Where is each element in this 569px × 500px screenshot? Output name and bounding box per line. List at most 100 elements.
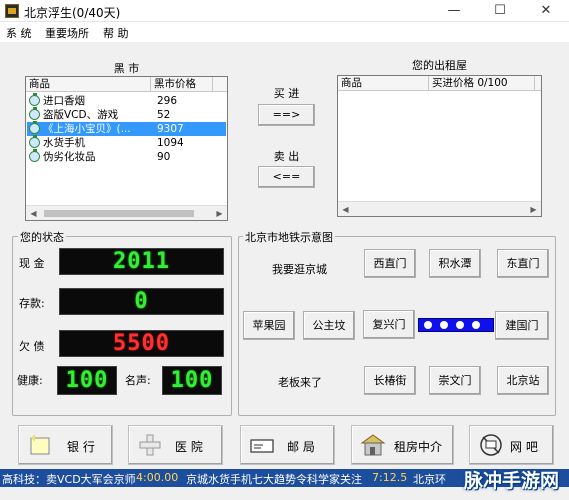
ticker-headline: 京城水货手机七大趋势令科学家关注 bbox=[186, 473, 362, 486]
title-bar: 北京浮生(0/40天) — ☐ ✕ bbox=[0, 0, 569, 22]
buy-label: 买 进 bbox=[273, 87, 300, 100]
station-fuxingmen[interactable]: 复兴门 bbox=[363, 310, 415, 339]
goods-icon bbox=[29, 107, 40, 120]
buy-button[interactable]: ==> bbox=[258, 104, 315, 126]
list-item[interactable]: 盗版VCD、游戏 52 bbox=[27, 107, 226, 122]
app-logo-icon bbox=[5, 4, 19, 18]
rental-list[interactable]: 商品 买进价格 0/100 ◀ ▶ bbox=[337, 75, 542, 217]
debt-label: 欠 债 bbox=[19, 340, 45, 353]
rental-agency-button[interactable]: 租房中介 bbox=[351, 425, 454, 465]
station-gongzhufen[interactable]: 公主坟 bbox=[303, 311, 355, 340]
ticker-time: 7:12.5 bbox=[372, 471, 408, 484]
post-office-label: 邮 局 bbox=[287, 440, 315, 454]
hospital-button[interactable]: 医 院 bbox=[128, 425, 223, 465]
maximize-button[interactable]: ☐ bbox=[477, 0, 523, 22]
hospital-label: 医 院 bbox=[175, 440, 203, 454]
post-office-icon bbox=[250, 439, 274, 453]
menu-help[interactable]: 帮 助 bbox=[103, 25, 129, 41]
goods-name: 进口香烟 bbox=[43, 95, 85, 107]
scroll-right-icon[interactable]: ▶ bbox=[526, 202, 541, 216]
black-market-header: 商品 黑市价格 bbox=[26, 77, 227, 92]
goods-name: 盗版VCD、游戏 bbox=[43, 109, 119, 121]
scroll-right-icon[interactable]: ▶ bbox=[212, 206, 227, 220]
goods-price: 90 bbox=[157, 151, 171, 163]
sell-button[interactable]: <== bbox=[258, 166, 315, 188]
window-title: 北京浮生(0/40天) bbox=[24, 6, 121, 20]
station-chongwenmen[interactable]: 崇文门 bbox=[429, 366, 481, 395]
ticker-headline: 高科技：卖VCD大军会京师 bbox=[2, 473, 136, 486]
goods-price: 296 bbox=[157, 95, 178, 107]
metro-stop-dot bbox=[456, 321, 464, 329]
black-market-list[interactable]: 商品 黑市价格 进口香烟 296 盗版VCD、游戏 52 《上海小宝贝》(...… bbox=[25, 76, 228, 221]
internet-cafe-label: 网 吧 bbox=[510, 440, 538, 454]
column-goods[interactable]: 商品 bbox=[26, 77, 151, 92]
rental-header: 商品 买进价格 0/100 bbox=[338, 76, 541, 91]
goods-price: 9307 bbox=[157, 123, 184, 135]
scroll-left-icon[interactable]: ◀ bbox=[26, 206, 41, 220]
goods-name: 伪劣化妆品 bbox=[43, 151, 96, 163]
close-button[interactable]: ✕ bbox=[523, 0, 569, 22]
column-black-market-price[interactable]: 黑市价格 bbox=[151, 77, 213, 92]
menu-important-places[interactable]: 重要场所 bbox=[45, 25, 89, 41]
station-jishuitan[interactable]: 积水潭 bbox=[429, 249, 481, 278]
goods-icon bbox=[29, 121, 40, 134]
goods-icon bbox=[29, 93, 40, 106]
horizontal-scrollbar[interactable]: ◀ ▶ bbox=[26, 205, 227, 220]
rental-agency-icon bbox=[360, 434, 386, 456]
station-beijingzhan[interactable]: 北京站 bbox=[497, 366, 549, 395]
station-pingguoyuan[interactable]: 苹果园 bbox=[243, 311, 295, 340]
bank-button[interactable]: 银 行 bbox=[18, 425, 113, 465]
black-market-caption: 黑 市 bbox=[113, 62, 140, 75]
ticker-time: 4:00.00 bbox=[136, 471, 179, 484]
column-purchase-price[interactable]: 买进价格 0/100 bbox=[429, 76, 535, 91]
internet-cafe-button[interactable]: 网 吧 bbox=[469, 425, 554, 465]
goods-icon bbox=[29, 135, 40, 148]
metro-stop-dot bbox=[440, 321, 448, 329]
internet-cafe-icon bbox=[480, 434, 502, 456]
status-caption: 您的状态 bbox=[18, 229, 66, 245]
savings-display: 0 bbox=[59, 288, 224, 315]
list-item-selected[interactable]: 《上海小宝贝》(... 9307 bbox=[27, 121, 226, 136]
metro-line-segment bbox=[418, 318, 494, 332]
site-watermark: 脉冲手游网 bbox=[463, 470, 559, 492]
health-label: 健康: bbox=[17, 374, 43, 387]
horizontal-scrollbar[interactable]: ◀ ▶ bbox=[338, 201, 541, 216]
station-changchunjie[interactable]: 长椿街 bbox=[364, 366, 416, 395]
goods-price: 52 bbox=[157, 109, 171, 121]
hospital-icon bbox=[139, 434, 161, 456]
goods-name: 《上海小宝贝》(... bbox=[43, 123, 131, 135]
metro-map-caption: 北京市地铁示意图 bbox=[243, 229, 335, 245]
wander-city-label: 我要逛京城 bbox=[272, 263, 327, 276]
debt-display: 5500 bbox=[59, 330, 224, 357]
minimize-button[interactable]: — bbox=[431, 0, 477, 22]
health-display: 100 bbox=[57, 366, 117, 395]
menu-bar: 系 统 重要场所 帮 助 bbox=[0, 22, 569, 42]
goods-price: 1094 bbox=[157, 137, 184, 149]
list-item[interactable]: 水货手机 1094 bbox=[27, 135, 226, 150]
scroll-left-icon[interactable]: ◀ bbox=[338, 202, 353, 216]
post-office-button[interactable]: 邮 局 bbox=[240, 425, 335, 465]
goods-icon bbox=[29, 149, 40, 162]
cash-display: 2011 bbox=[59, 248, 224, 275]
app-window: 北京浮生(0/40天) — ☐ ✕ 系 统 重要场所 帮 助 黑 市 商品 黑市… bbox=[0, 0, 569, 500]
rental-agency-label: 租房中介 bbox=[394, 440, 443, 454]
station-xizhimen[interactable]: 西直门 bbox=[364, 249, 416, 278]
column-goods[interactable]: 商品 bbox=[338, 76, 429, 91]
goods-name: 水货手机 bbox=[43, 137, 85, 149]
sell-label: 卖 出 bbox=[273, 150, 300, 163]
station-jianguomen[interactable]: 建国门 bbox=[495, 311, 549, 340]
savings-label: 存款: bbox=[19, 297, 45, 310]
boss-coming-label: 老板来了 bbox=[278, 376, 322, 389]
fame-display: 100 bbox=[162, 366, 222, 395]
list-item[interactable]: 进口香烟 296 bbox=[27, 93, 226, 108]
menu-system[interactable]: 系 统 bbox=[6, 25, 32, 41]
cash-label: 现 金 bbox=[19, 257, 45, 270]
list-item[interactable]: 伪劣化妆品 90 bbox=[27, 149, 226, 164]
metro-stop-dot bbox=[424, 321, 432, 329]
rental-caption: 您的出租屋 bbox=[412, 59, 467, 72]
station-dongzhimen[interactable]: 东直门 bbox=[497, 249, 549, 278]
fame-label: 名声: bbox=[125, 374, 151, 387]
scroll-thumb[interactable] bbox=[44, 210, 194, 217]
ticker-headline: 北京环 bbox=[413, 473, 446, 486]
bank-label: 银 行 bbox=[67, 440, 95, 454]
